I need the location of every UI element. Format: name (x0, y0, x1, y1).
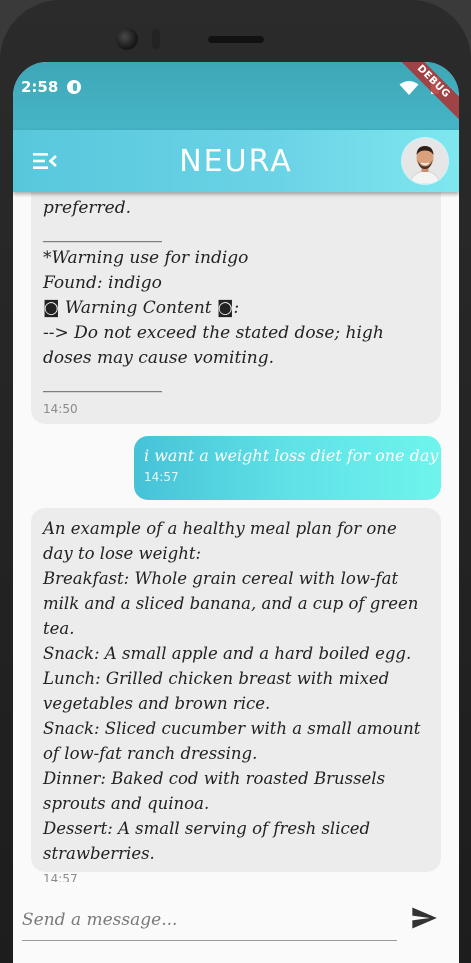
message-text: i want a weight loss diet for one day (144, 446, 439, 465)
message-time: 14:57 (144, 470, 179, 484)
message-time: 14:50 (43, 402, 78, 416)
status-bar: 2:58 DEBUG (13, 62, 459, 131)
message-input[interactable] (22, 900, 397, 941)
app-bar: NEURA (13, 130, 459, 192)
app-title: NEURA (179, 144, 293, 179)
data-saver-icon (67, 80, 81, 94)
user-message: i want a weight loss diet for one day 14… (134, 436, 441, 500)
phone-top-bezel (0, 0, 471, 70)
app-screen: 2:58 DEBUG NEURA preferred. ____________… (13, 62, 459, 963)
status-time: 2:58 (21, 78, 59, 96)
message-time: 14:57 (43, 872, 78, 882)
send-icon[interactable] (410, 904, 438, 932)
chat-list[interactable]: preferred. ______________ *Warning use f… (13, 192, 459, 882)
phone-frame: 2:58 DEBUG NEURA preferred. ____________… (0, 0, 471, 963)
proximity-sensor (152, 29, 160, 49)
front-camera (116, 28, 138, 50)
message-text: An example of a healthy meal plan for on… (43, 519, 421, 863)
wifi-icon (399, 81, 419, 95)
message-composer (13, 882, 459, 963)
assistant-message: preferred. ______________ *Warning use f… (31, 192, 441, 424)
message-text: preferred. ______________ *Warning use f… (43, 198, 384, 393)
debug-banner: DEBUG (384, 62, 459, 131)
avatar-portrait-icon (402, 138, 448, 184)
assistant-message: An example of a healthy meal plan for on… (31, 508, 441, 882)
user-avatar[interactable] (402, 138, 448, 184)
earpiece-speaker (208, 36, 264, 43)
